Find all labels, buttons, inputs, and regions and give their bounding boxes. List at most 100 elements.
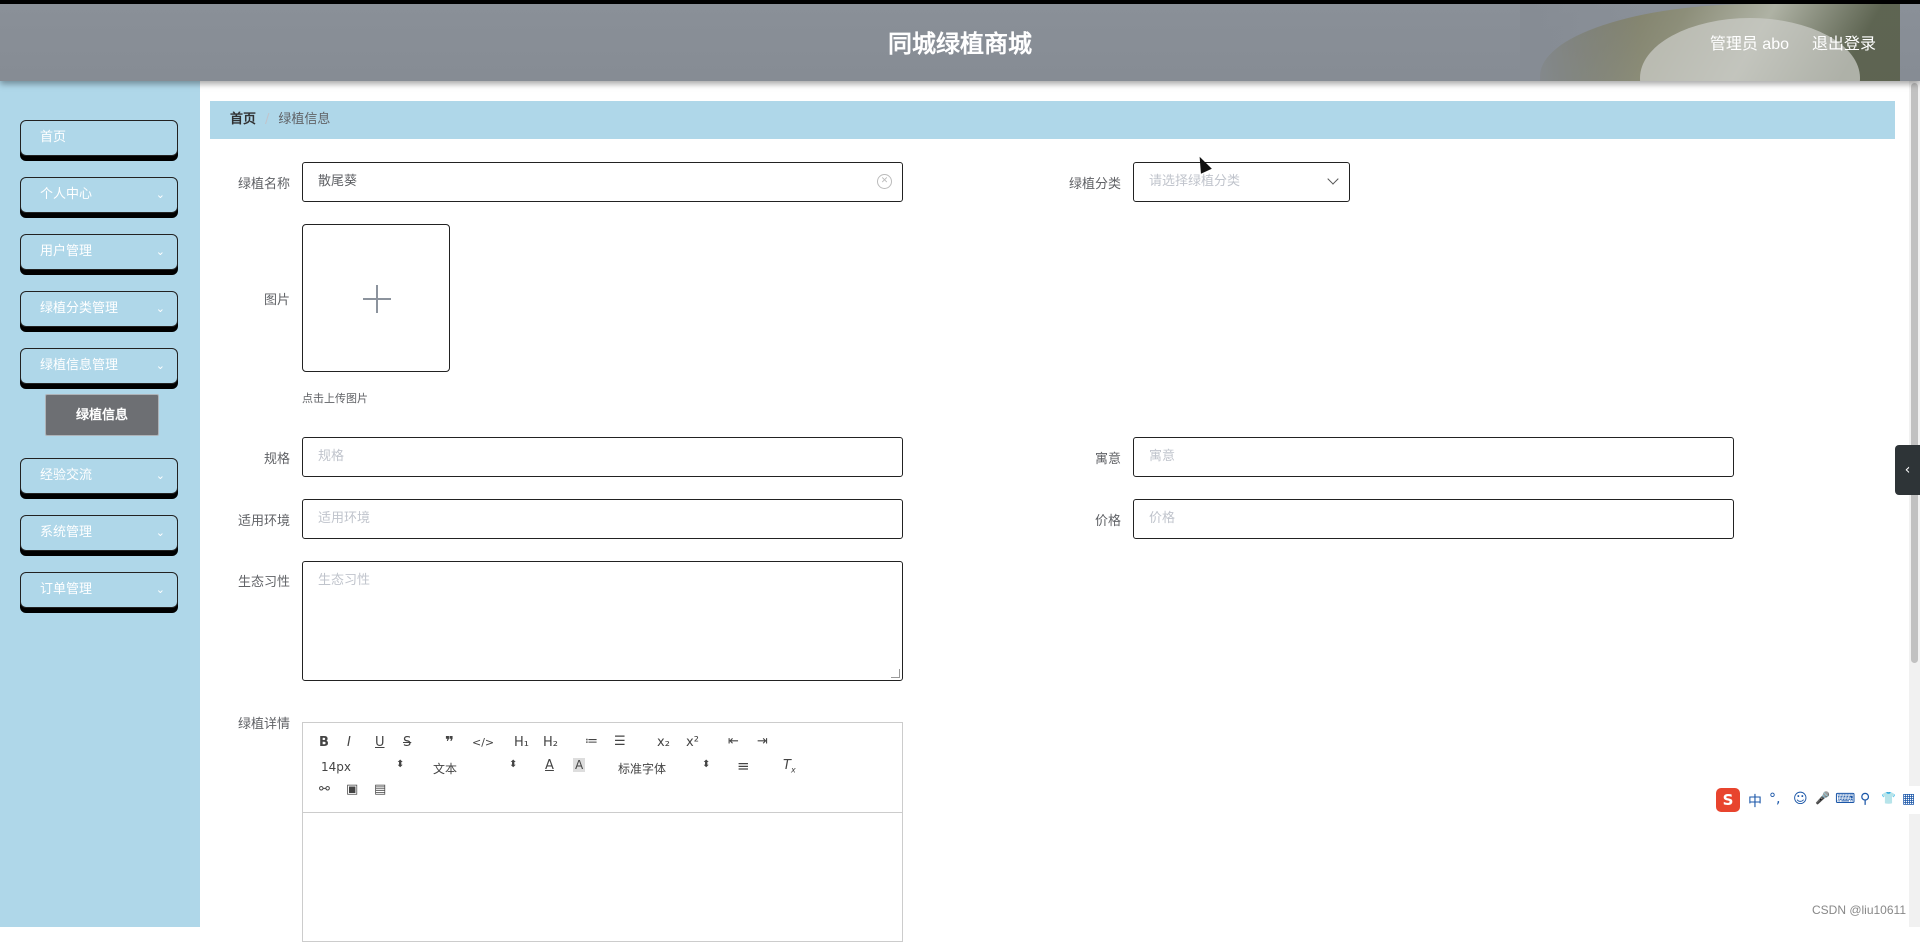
- block-type-value: 文本: [433, 762, 458, 776]
- underline-button[interactable]: U: [375, 735, 385, 750]
- plant-name-input[interactable]: 散尾葵 ✕: [302, 162, 903, 202]
- microphone-icon[interactable]: 🎤: [1815, 791, 1830, 805]
- sidebar-item-users[interactable]: 用户管理 ⌄: [20, 234, 178, 270]
- chevron-down-icon: ⌄: [155, 583, 165, 596]
- header2-button[interactable]: H₂: [543, 735, 558, 750]
- color-icon[interactable]: A: [545, 758, 554, 773]
- sidebar-item-label: 个人中心: [40, 187, 93, 202]
- plus-icon: [363, 285, 391, 313]
- spec-placeholder: 规格: [318, 449, 345, 464]
- app-title: 同城绿植商城: [888, 31, 1032, 58]
- clean-icon[interactable]: Tx: [783, 758, 796, 775]
- superscript-button[interactable]: x²: [686, 735, 699, 750]
- breadcrumb-current: 绿植信息: [278, 112, 331, 127]
- ordered-list-button[interactable]: ≔: [585, 734, 598, 749]
- current-user: 管理员 abo: [1709, 36, 1789, 53]
- window-edge: [0, 0, 1920, 4]
- italic-button[interactable]: I: [347, 735, 351, 750]
- scrollbar-thumb[interactable]: [1911, 83, 1918, 663]
- video-icon[interactable]: ▤: [374, 782, 386, 797]
- outdent-button[interactable]: ⇤: [728, 734, 739, 749]
- sidebar-item-home[interactable]: 首页: [20, 120, 178, 156]
- habit-textarea[interactable]: 生态习性: [302, 561, 903, 681]
- image-upload-button[interactable]: [302, 224, 450, 372]
- chevron-updown-icon: ⬍: [702, 759, 711, 770]
- skin-icon[interactable]: 👕: [1881, 791, 1896, 805]
- breadcrumb-home[interactable]: 首页: [230, 112, 256, 127]
- chevron-down-icon: ⌄: [155, 245, 165, 258]
- keyboard-icon[interactable]: ⌨: [1835, 791, 1855, 807]
- sidebar-item-label: 用户管理: [40, 244, 93, 259]
- image-icon[interactable]: ▣: [346, 782, 358, 797]
- sidebar-item-experience[interactable]: 经验交流 ⌄: [20, 458, 178, 494]
- sidebar-item-label: 首页: [40, 130, 67, 145]
- editor-toolbar: B I U S ❞ </> H₁ H₂ ≔ ☰ x₂ x² ⇤ ⇥ 14px ⬍…: [303, 723, 902, 813]
- sidebar-item-label: 订单管理: [40, 582, 93, 597]
- chevron-updown-icon: ⬍: [396, 759, 405, 770]
- chevron-updown-icon: ⬍: [509, 759, 518, 770]
- sidebar-item-profile[interactable]: 个人中心 ⌄: [20, 177, 178, 213]
- blockquote-button[interactable]: ❞: [445, 733, 454, 751]
- indent-button[interactable]: ⇥: [757, 734, 768, 749]
- link-icon[interactable]: ⚯: [319, 782, 330, 797]
- emoji-icon[interactable]: ☺: [1793, 791, 1808, 807]
- collapse-panel-button[interactable]: ‹: [1895, 445, 1920, 495]
- meaning-label: 寓意: [1094, 452, 1121, 467]
- bullet-list-button[interactable]: ☰: [614, 734, 626, 749]
- code-block-button[interactable]: </>: [472, 736, 494, 749]
- price-placeholder: 价格: [1149, 511, 1176, 526]
- spec-label: 规格: [263, 452, 290, 467]
- logout-button[interactable]: 退出登录: [1812, 30, 1876, 54]
- environment-label: 适用环境: [237, 514, 290, 529]
- font-size-select[interactable]: 14px: [321, 760, 351, 774]
- chevron-down-icon: [1327, 173, 1339, 185]
- chevron-down-icon: ⌄: [155, 526, 165, 539]
- category-select[interactable]: 请选择绿植分类: [1133, 162, 1350, 202]
- ime-chinese-mode[interactable]: 中: [1748, 791, 1762, 811]
- category-label: 绿植分类: [1068, 177, 1121, 192]
- chevron-down-icon: ⌄: [155, 302, 165, 315]
- chevron-down-icon: ⌄: [155, 359, 165, 372]
- ime-punctuation[interactable]: °,: [1769, 791, 1780, 807]
- sidebar-item-plant-info[interactable]: 绿植信息管理 ⌄: [20, 348, 178, 384]
- header1-button[interactable]: H₁: [514, 735, 529, 750]
- submenu-item-plant-info[interactable]: 绿植信息: [45, 394, 159, 436]
- rich-text-editor: B I U S ❞ </> H₁ H₂ ≔ ☰ x₂ x² ⇤ ⇥ 14px ⬍…: [302, 722, 903, 942]
- sidebar-item-label: 系统管理: [40, 525, 93, 540]
- sidebar: 首页 个人中心 ⌄ 用户管理 ⌄ 绿植分类管理 ⌄ 绿植信息管理 ⌄ 经验交流 …: [0, 81, 200, 927]
- sidebar-item-system[interactable]: 系统管理 ⌄: [20, 515, 178, 551]
- sidebar-item-orders[interactable]: 订单管理 ⌄: [20, 572, 178, 608]
- clear-icon[interactable]: ✕: [877, 174, 892, 189]
- background-icon[interactable]: A: [573, 758, 586, 772]
- bold-button[interactable]: B: [319, 735, 329, 750]
- toolbox-icon[interactable]: ⚲: [1860, 791, 1870, 807]
- grid-icon[interactable]: ▦: [1902, 791, 1915, 807]
- habit-label: 生态习性: [237, 575, 290, 590]
- price-input[interactable]: 价格: [1133, 499, 1734, 539]
- font-family-select[interactable]: 标准字体: [618, 760, 666, 777]
- spec-input[interactable]: 规格: [302, 437, 903, 477]
- name-label: 绿植名称: [237, 177, 290, 192]
- category-placeholder: 请选择绿植分类: [1149, 174, 1241, 189]
- font-size-value: 14px: [321, 760, 351, 774]
- meaning-input[interactable]: 寓意: [1133, 437, 1734, 477]
- sidebar-item-label: 绿植分类管理: [40, 301, 119, 316]
- chevron-down-icon: ⌄: [155, 469, 165, 482]
- sidebar-item-label: 绿植信息管理: [40, 358, 119, 373]
- block-type-select[interactable]: 文本: [433, 760, 457, 777]
- environment-placeholder: 适用环境: [318, 511, 371, 526]
- detail-label: 绿植详情: [237, 717, 290, 732]
- meaning-placeholder: 寓意: [1149, 449, 1176, 464]
- strike-button[interactable]: S: [403, 735, 411, 750]
- plant-name-value: 散尾葵: [318, 174, 358, 189]
- resize-handle[interactable]: [891, 669, 900, 678]
- top-bar: 同城绿植商城 管理员 abo 退出登录: [0, 0, 1920, 81]
- subscript-button[interactable]: x₂: [657, 735, 670, 750]
- font-family-value: 标准字体: [618, 762, 667, 776]
- align-icon[interactable]: ≡: [737, 757, 750, 775]
- ime-toolbar: S 中 °, ☺ 🎤 ⌨ ⚲ 👕 ▦: [1713, 786, 1920, 814]
- sogou-logo-icon: S: [1716, 788, 1740, 812]
- environment-input[interactable]: 适用环境: [302, 499, 903, 539]
- sidebar-item-plant-category[interactable]: 绿植分类管理 ⌄: [20, 291, 178, 327]
- habit-placeholder: 生态习性: [318, 573, 371, 588]
